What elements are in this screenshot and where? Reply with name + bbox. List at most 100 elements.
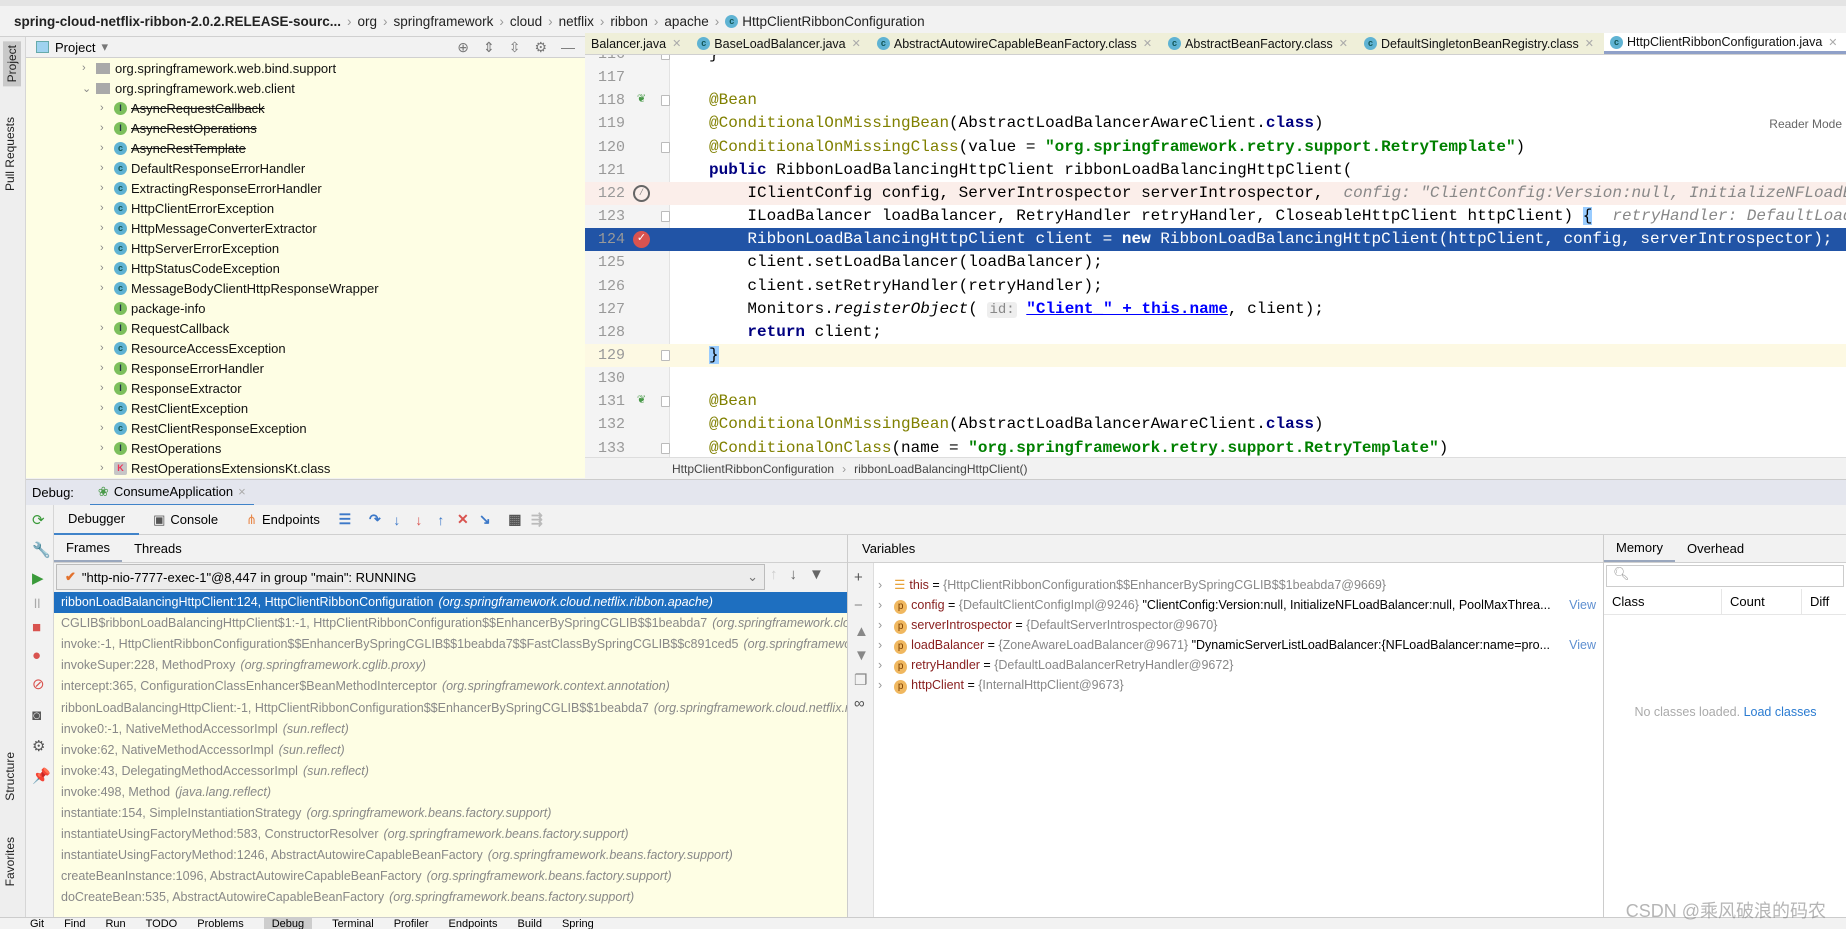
stack-frame[interactable]: invoke:-1, HttpClientRibbonConfiguration… — [54, 634, 847, 655]
tool-window-debug[interactable]: Debug — [263, 918, 313, 929]
code-line[interactable]: 128 return client; — [585, 321, 1846, 344]
chevron-down-icon[interactable]: ▾ — [101, 39, 108, 55]
breakpoint-icon[interactable]: ✓ — [633, 231, 650, 249]
breadcrumb-item[interactable]: apache — [664, 14, 708, 29]
tree-item[interactable]: › c RestClientResponseException — [100, 418, 307, 438]
hide-icon[interactable]: — — [561, 39, 575, 56]
tool-window-run[interactable]: Run — [105, 918, 125, 929]
tree-item[interactable]: › c HttpMessageConverterExtractor — [100, 218, 317, 238]
column-count[interactable]: Count — [1722, 589, 1802, 614]
stack-frame[interactable]: instantiateUsingFactoryMethod:1246, Abst… — [54, 845, 847, 866]
glasses-icon[interactable]: ∞ — [854, 695, 865, 712]
code-line[interactable]: 131 ❦ @Bean — [585, 390, 1846, 413]
code-line[interactable]: 121 public RibbonLoadBalancingHttpClient … — [585, 159, 1846, 182]
tree-item[interactable]: › c HttpServerErrorException — [100, 238, 279, 258]
tree-package[interactable]: › org.springframework.web.bind.support — [82, 58, 336, 78]
code-line[interactable]: 125 client.setLoadBalancer(loadBalancer)… — [585, 251, 1846, 274]
trace-icon[interactable]: ⇶ — [526, 511, 548, 528]
stack-frame[interactable]: invoke:62, NativeMethodAccessorImpl (sun.… — [54, 740, 847, 761]
bean-icon[interactable]: ❦ — [633, 393, 650, 410]
chevron-right-icon[interactable]: › — [100, 182, 114, 194]
fold-icon[interactable] — [661, 211, 670, 223]
code-line[interactable]: 123 ILoadBalancer loadBalancer, RetryHan… — [585, 205, 1846, 228]
code-line[interactable]: 120 @ConditionalOnMissingClass(value = "o… — [585, 136, 1846, 159]
force-step-into-icon[interactable]: ↓ — [408, 512, 430, 528]
tree-item[interactable]: › c MessageBodyClientHttpResponseWrapper — [100, 278, 379, 298]
chevron-right-icon[interactable]: › — [878, 578, 882, 592]
tool-window-endpoints[interactable]: Endpoints — [449, 918, 498, 929]
chevron-right-icon[interactable]: › — [82, 62, 96, 74]
tree-item[interactable]: › I AsyncRequestCallback — [100, 98, 265, 118]
chevron-right-icon[interactable]: › — [100, 262, 114, 274]
tab-debugger[interactable]: Debugger — [54, 505, 140, 535]
chevron-right-icon[interactable]: › — [100, 242, 114, 254]
chevron-right-icon[interactable]: › — [878, 598, 882, 612]
stack-frame[interactable]: doCreateBean:535, AbstractAutowireCapabl… — [54, 887, 847, 908]
chevron-right-icon[interactable]: › — [100, 322, 114, 334]
breadcrumb-item[interactable]: org — [358, 14, 378, 29]
variable-row[interactable]: › ☰ this = {HttpClientRibbonConfiguration$… — [878, 575, 1598, 595]
tool-window-todo[interactable]: TODO — [146, 918, 178, 929]
tool-window-git[interactable]: Git — [30, 918, 44, 929]
fold-icon[interactable] — [661, 349, 670, 361]
fold-icon[interactable] — [661, 55, 670, 60]
tree-item[interactable]: › c DefaultResponseErrorHandler — [100, 158, 305, 178]
code-line[interactable]: 122 ⁄ IClientConfig config, ServerIntrosp… — [585, 181, 1846, 205]
chevron-right-icon[interactable]: › — [100, 222, 114, 234]
expand-all-icon[interactable]: ⇕ — [483, 39, 495, 56]
tool-window-terminal[interactable]: Terminal — [332, 918, 374, 929]
stack-frame[interactable]: instantiate:154, SimpleInstantiationStra… — [54, 803, 847, 824]
tab-overhead[interactable]: Overhead — [1675, 535, 1756, 562]
fold-icon[interactable] — [661, 95, 670, 107]
close-icon[interactable]: ✕ — [1339, 37, 1348, 50]
tree-item[interactable]: › c ResourceAccessException — [100, 338, 286, 358]
chevron-right-icon[interactable]: › — [878, 638, 882, 652]
breadcrumb-item[interactable]: netflix — [559, 14, 594, 29]
editor-breadcrumb-method[interactable]: ribbonLoadBalancingHttpClient() — [854, 462, 1027, 476]
chevron-right-icon[interactable]: › — [100, 202, 114, 214]
close-icon[interactable]: ✕ — [1143, 37, 1152, 50]
stack-frame[interactable]: invoke:43, DelegatingMethodAccessorImpl (… — [54, 761, 847, 782]
tree-item[interactable]: › c HttpStatusCodeException — [100, 258, 280, 278]
settings-icon[interactable]: ⚙ — [32, 737, 45, 755]
project-view-selector[interactable]: Project — [55, 40, 95, 55]
disabled-breakpoint-icon[interactable]: ⁄ — [633, 184, 650, 202]
tab-console[interactable]: ▣ Console — [139, 505, 232, 535]
locate-icon[interactable]: ⊕ — [457, 39, 469, 56]
tool-window-spring[interactable]: Spring — [562, 918, 594, 929]
close-icon[interactable]: × — [238, 484, 246, 499]
close-icon[interactable]: ✕ — [1585, 37, 1594, 50]
close-icon[interactable]: ✕ — [672, 37, 681, 50]
step-into-icon[interactable]: ↓ — [386, 512, 408, 528]
filter-icon[interactable]: ▼ — [809, 566, 824, 583]
editor-tab[interactable]: c AbstractAutowireCapableBeanFactory.clas… — [871, 33, 1162, 54]
bean-icon[interactable]: ❦ — [633, 92, 650, 109]
tool-window-build[interactable]: Build — [517, 918, 541, 929]
breadcrumb-item[interactable]: cloud — [510, 14, 542, 29]
view-link[interactable]: View — [1567, 635, 1596, 655]
tree-item[interactable]: › I AsyncRestOperations — [100, 118, 257, 138]
code-line[interactable]: 117 — [585, 66, 1846, 89]
gear-icon[interactable]: ⚙ — [534, 39, 547, 56]
debug-session-tab[interactable]: ❀ ConsumeApplication × — [89, 480, 254, 506]
chevron-right-icon[interactable]: › — [878, 658, 882, 672]
editor-tab[interactable]: c BaseLoadBalancer.java ✕ — [691, 33, 871, 54]
step-over-icon[interactable]: ↷ — [364, 511, 386, 528]
evaluate-expression-icon[interactable]: ▦ — [504, 511, 526, 528]
step-out-icon[interactable]: ↑ — [430, 512, 452, 528]
memory-search-input[interactable]: 🔍︎ — [1606, 565, 1844, 587]
chevron-right-icon[interactable]: › — [100, 162, 114, 174]
code-line[interactable]: 118 ❦ @Bean — [585, 89, 1846, 112]
layout-icon[interactable]: ☰ — [334, 511, 356, 528]
chevron-right-icon[interactable]: › — [100, 402, 114, 414]
chevron-right-icon[interactable]: › — [100, 362, 114, 374]
mute-breakpoints-icon[interactable]: ⊘ — [32, 675, 45, 693]
stripe-project[interactable]: Project — [3, 41, 21, 87]
stop-icon[interactable]: ■ — [32, 619, 41, 636]
reader-mode-button[interactable]: Reader Mode — [1769, 117, 1842, 131]
fold-icon[interactable] — [661, 442, 670, 454]
chevron-right-icon[interactable]: › — [100, 282, 114, 294]
chevron-right-icon[interactable]: › — [100, 382, 114, 394]
code-line[interactable]: 119 @ConditionalOnMissingBean(AbstractLoa… — [585, 112, 1846, 135]
stack-frame[interactable]: createBeanInstance:1096, AbstractAutowir… — [54, 866, 847, 887]
